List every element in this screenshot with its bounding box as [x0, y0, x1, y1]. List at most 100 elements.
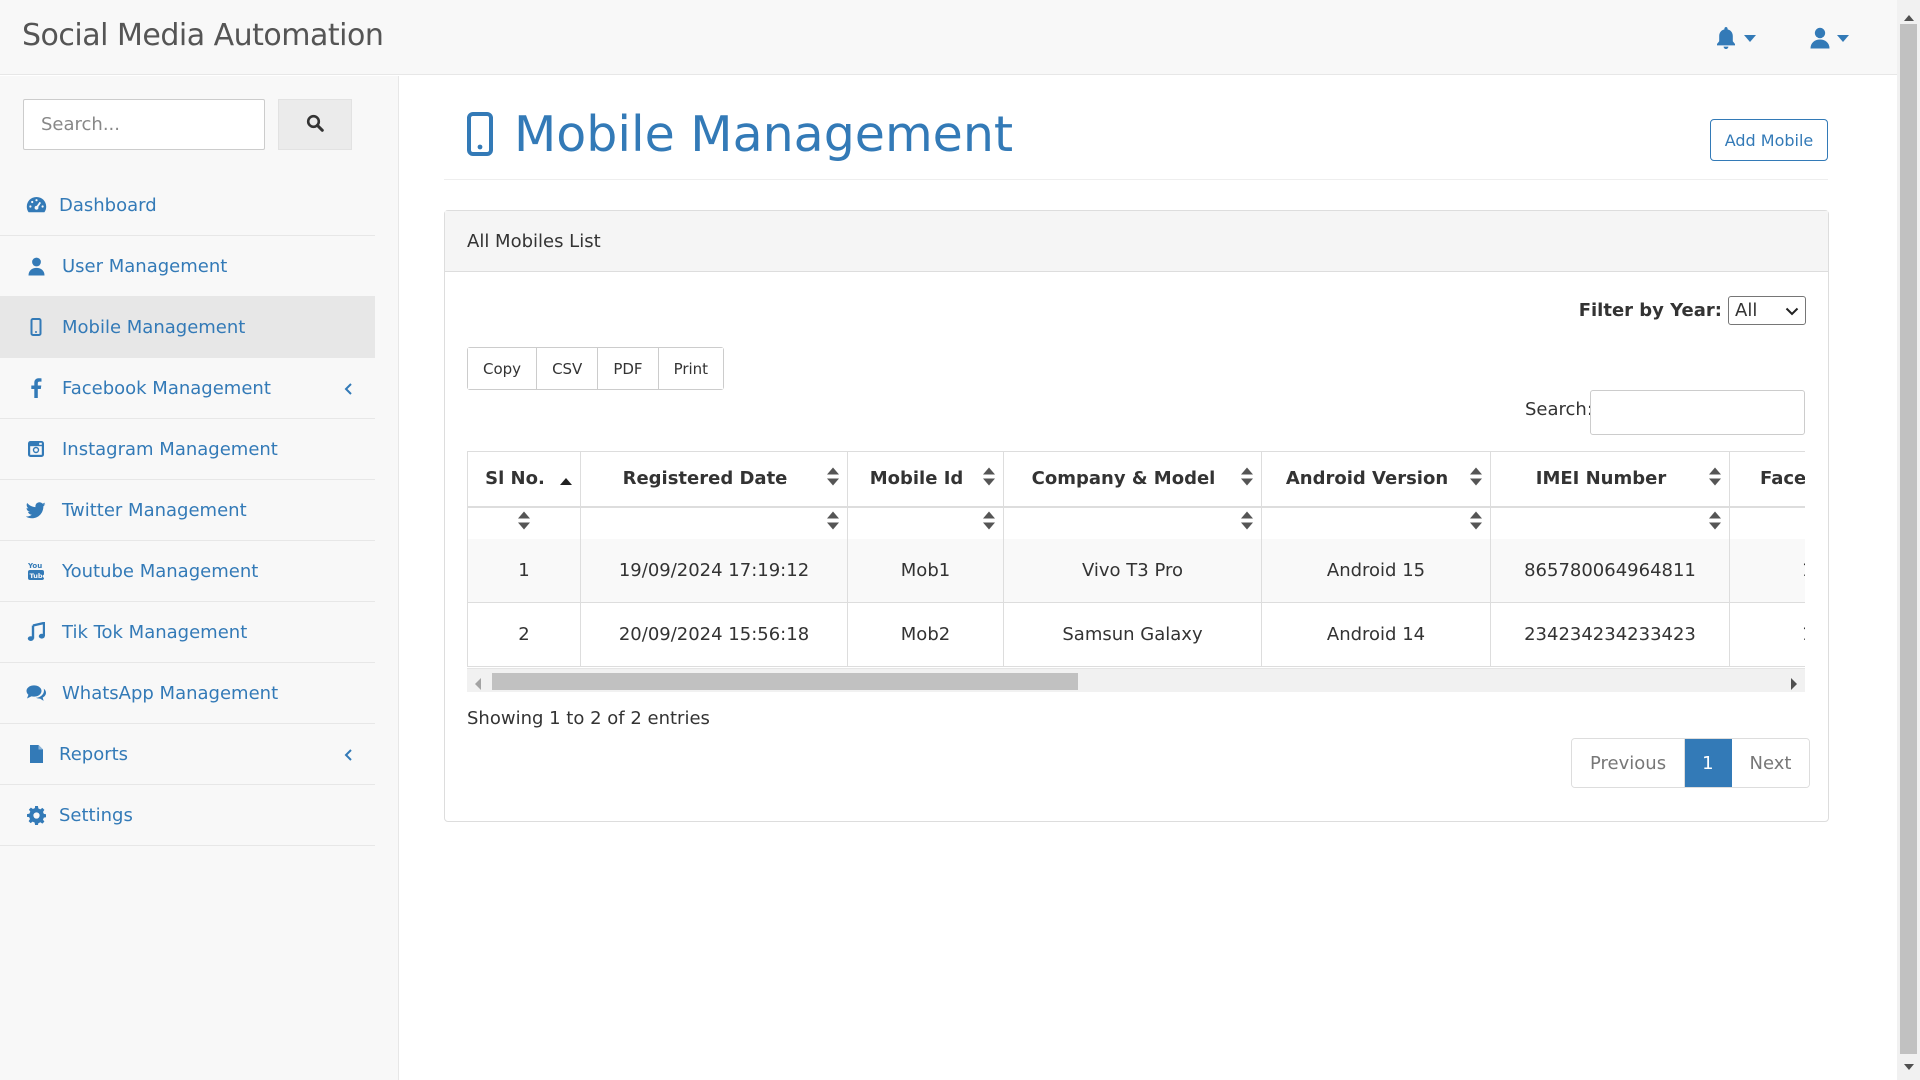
sort-asc-icon [560, 470, 572, 491]
cell-android-version: Android 15 [1261, 538, 1491, 603]
sidebar-item-twitter-management[interactable]: Twitter Management [0, 480, 375, 541]
sort-icon [1709, 511, 1721, 535]
column-sort-row [467, 506, 1805, 539]
sort-cell[interactable] [1261, 506, 1491, 539]
chevron-down-icon [1785, 300, 1799, 321]
sidebar-item-user-management[interactable]: User Management [0, 236, 375, 297]
column-header-mobile-id[interactable]: Mobile Id [847, 451, 1004, 508]
cell-registered-date: 19/09/2024 17:19:12 [580, 538, 848, 603]
page-header: Mobile Management Add Mobile [444, 100, 1828, 180]
sidebar-item-label: Tik Tok Management [62, 621, 248, 643]
table-info: Showing 1 to 2 of 2 entries [467, 708, 710, 729]
chevron-left-icon [344, 746, 353, 767]
table-search-label: Search: [1525, 399, 1593, 420]
sidebar-item-reports[interactable]: Reports [0, 724, 375, 785]
sort-cell[interactable] [847, 506, 1004, 539]
page-1-button[interactable]: 1 [1685, 739, 1732, 787]
svg-text:You: You [27, 562, 42, 570]
sidebar-item-label: Youtube Management [62, 560, 259, 582]
year-filter: Filter by Year: All [1579, 296, 1806, 325]
comments-icon [25, 682, 47, 704]
page-title: Mobile Management [514, 106, 1014, 163]
sort-cell[interactable] [580, 506, 848, 539]
sidebar-item-instagram-management[interactable]: Instagram Management [0, 419, 375, 480]
table-horizontal-scrollbar[interactable] [467, 668, 1805, 692]
scrollbar-thumb[interactable] [492, 673, 1078, 690]
app-title[interactable]: Social Media Automation [22, 18, 384, 53]
table-scroll-area: Sl No. Registered Date Mobile Id Company… [467, 451, 1805, 691]
music-icon [25, 621, 47, 643]
table-row[interactable]: 1 19/09/2024 17:19:12 Mob1 Vivo T3 Pro A… [467, 538, 1805, 603]
panel-title: All Mobiles List [445, 211, 1828, 272]
column-header-android-version[interactable]: Android Version [1261, 451, 1491, 508]
page-vertical-scrollbar[interactable] [1897, 0, 1920, 1080]
cell-mobile-id: Mob2 [847, 602, 1004, 667]
sort-cell[interactable] [467, 506, 581, 539]
sort-icon [983, 511, 995, 535]
sidebar-item-label: Instagram Management [62, 438, 278, 460]
mobiles-panel: All Mobiles List Filter by Year: All Cop… [444, 210, 1829, 822]
pagination: Previous 1 Next [1571, 738, 1811, 788]
svg-text:Tube: Tube [30, 572, 46, 580]
scroll-right-arrow-icon[interactable] [1790, 675, 1797, 694]
cell-company-model: Vivo T3 Pro [1003, 538, 1262, 603]
copy-button[interactable]: Copy [468, 348, 538, 389]
sort-cell[interactable] [1003, 506, 1262, 539]
bell-icon [1715, 26, 1737, 50]
column-header-facebook[interactable]: Facebook [1729, 451, 1805, 508]
sort-cell[interactable] [1729, 506, 1805, 539]
sort-cell[interactable] [1490, 506, 1730, 539]
sort-icon [1241, 511, 1253, 535]
chevron-down-icon [1836, 34, 1850, 43]
instagram-icon [25, 438, 47, 460]
notifications-dropdown[interactable] [1715, 24, 1757, 52]
cell-company-model: Samsun Galaxy [1003, 602, 1262, 667]
print-button[interactable]: Print [658, 348, 724, 389]
sort-icon [1470, 511, 1482, 535]
csv-button[interactable]: CSV [537, 348, 599, 389]
sidebar-search-input[interactable]: Search... [23, 99, 265, 150]
sidebar-item-mobile-management[interactable]: Mobile Management [0, 297, 375, 358]
year-filter-select[interactable]: All [1728, 296, 1806, 325]
sidebar-item-whatsapp-management[interactable]: WhatsApp Management [0, 663, 375, 724]
sidebar-item-label: Facebook Management [62, 377, 271, 399]
cell-sl-no: 1 [467, 538, 581, 603]
top-navbar: Social Media Automation [0, 0, 1897, 75]
sort-icon [1709, 467, 1721, 490]
scroll-left-arrow-icon[interactable] [475, 675, 482, 694]
sidebar-item-settings[interactable]: Settings [0, 785, 375, 846]
table-row[interactable]: 2 20/09/2024 15:56:18 Mob2 Samsun Galaxy… [467, 602, 1805, 667]
sidebar-item-label: Mobile Management [62, 316, 246, 338]
sidebar-search-button[interactable] [278, 99, 352, 150]
column-header-registered-date[interactable]: Registered Date [580, 451, 848, 508]
twitter-icon [25, 499, 47, 521]
file-icon [25, 743, 47, 765]
cell-android-version: Android 14 [1261, 602, 1491, 667]
sidebar-item-tiktok-management[interactable]: Tik Tok Management [0, 602, 375, 663]
previous-page-button[interactable]: Previous [1572, 739, 1686, 787]
pdf-button[interactable]: PDF [598, 348, 659, 389]
sidebar-item-facebook-management[interactable]: Facebook Management [0, 358, 375, 419]
sidebar-item-label: User Management [62, 255, 228, 277]
user-dropdown[interactable] [1810, 24, 1850, 52]
sidebar-item-youtube-management[interactable]: You Tube Youtube Management [0, 541, 375, 602]
cell-facebook: 1 [1729, 538, 1805, 603]
sidebar-item-label: WhatsApp Management [62, 682, 279, 704]
add-mobile-button[interactable]: Add Mobile [1710, 119, 1828, 161]
cell-imei-number: 234234234233423 [1490, 602, 1730, 667]
sidebar-item-dashboard[interactable]: Dashboard [0, 175, 375, 236]
column-header-company-model[interactable]: Company & Model [1003, 451, 1262, 508]
column-header-imei-number[interactable]: IMEI Number [1490, 451, 1730, 508]
sidebar-item-label: Reports [59, 743, 129, 765]
scrollbar-thumb[interactable] [1900, 24, 1917, 1054]
user-icon [25, 255, 47, 277]
gear-icon [25, 804, 47, 826]
scroll-down-arrow-icon[interactable] [1904, 1055, 1914, 1074]
next-page-button[interactable]: Next [1731, 739, 1810, 787]
mobile-icon [466, 112, 494, 160]
chevron-left-icon [344, 380, 353, 401]
column-header-sl-no[interactable]: Sl No. [467, 451, 581, 508]
sort-icon [827, 511, 839, 535]
sort-icon [983, 467, 995, 490]
table-search-input[interactable] [1590, 390, 1805, 435]
